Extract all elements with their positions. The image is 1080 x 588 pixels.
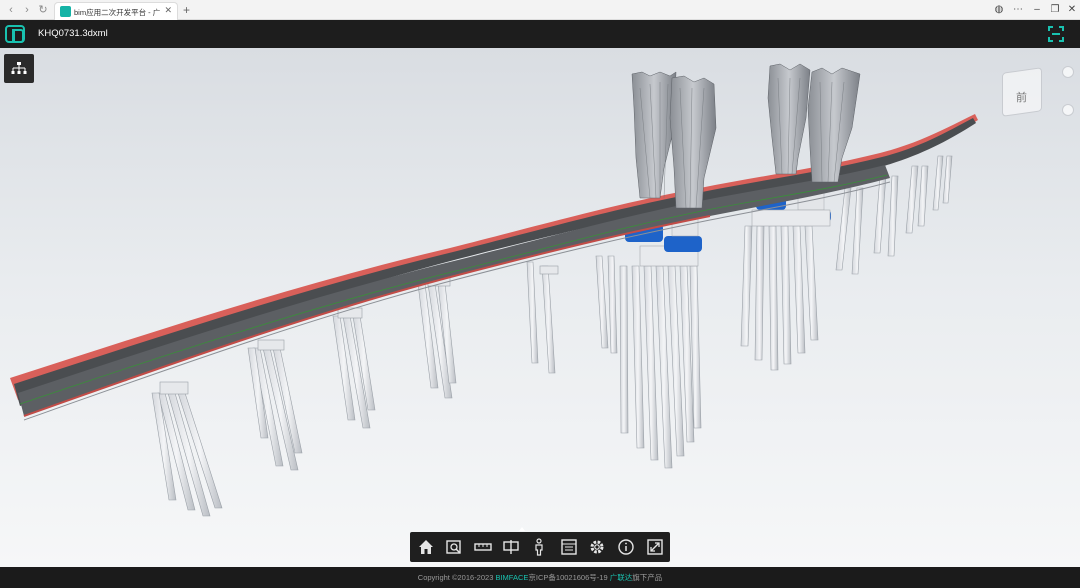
model-tree-icon[interactable] [4,54,34,83]
reload-icon[interactable]: ↻ [36,3,50,17]
fullscreen-frame-icon[interactable] [1048,26,1064,42]
viewcube-rotate-down-icon[interactable] [1062,104,1074,116]
submenu-caret-icon [519,527,525,531]
tab-title: bim应用二次开发平台 - 广联 [74,8,160,17]
footer-company-link[interactable]: 广联达 [610,573,633,582]
pier-piles [151,155,953,517]
tab-favicon-icon [60,6,71,17]
viewcube-front-label[interactable]: 前 [1016,89,1027,105]
viewer-toolbar [410,527,670,562]
section-icon[interactable] [500,537,522,557]
footer-icp[interactable]: 京ICP备10021606号-19 [528,573,609,582]
zoom-area-icon[interactable] [443,537,465,557]
home-icon[interactable] [415,537,437,557]
tab-close-button[interactable]: ✕ [164,5,172,16]
close-icon[interactable]: ✕ [1065,3,1079,17]
globe-icon[interactable]: ◍ [992,3,1006,17]
viewcube-rotate-up-icon[interactable] [1062,66,1074,78]
footer-suffix: 旗下产品 [632,573,663,582]
restore-icon[interactable]: ❐ [1048,3,1062,17]
more-icon[interactable]: ⋯ [1011,3,1025,17]
footer-brand-link[interactable]: BIMFACE [495,573,528,582]
forward-icon[interactable]: › [20,3,34,17]
walk-person-icon[interactable] [528,537,550,557]
bridge-model[interactable] [0,48,1080,567]
browser-tab[interactable]: bim应用二次开发平台 - 广联 ✕ [54,2,178,20]
measure-icon[interactable] [472,537,494,557]
footer: Copyright ©2016-2023 BIMFACE京ICP备1002160… [0,567,1080,588]
app-header: KHQ0731.3dxml [0,20,1080,48]
browser-chrome: ‹ › ↻ bim应用二次开发平台 - 广联 ✕ + ◍ ⋯ – ❐ ✕ [0,0,1080,20]
model-viewport[interactable]: 前 [0,48,1080,567]
file-name: KHQ0731.3dxml [38,28,108,39]
info-icon[interactable] [615,537,637,557]
new-tab-button[interactable]: + [183,3,190,17]
footer-copyright: Copyright ©2016-2023 [417,573,496,582]
minimize-icon[interactable]: – [1030,3,1044,17]
view-cube[interactable]: 前 [994,64,1048,118]
fullscreen-expand-icon[interactable] [644,537,666,557]
back-icon[interactable]: ‹ [4,3,18,17]
property-list-icon[interactable] [558,537,580,557]
bimface-logo [5,25,25,43]
settings-gear-icon[interactable] [586,537,608,557]
